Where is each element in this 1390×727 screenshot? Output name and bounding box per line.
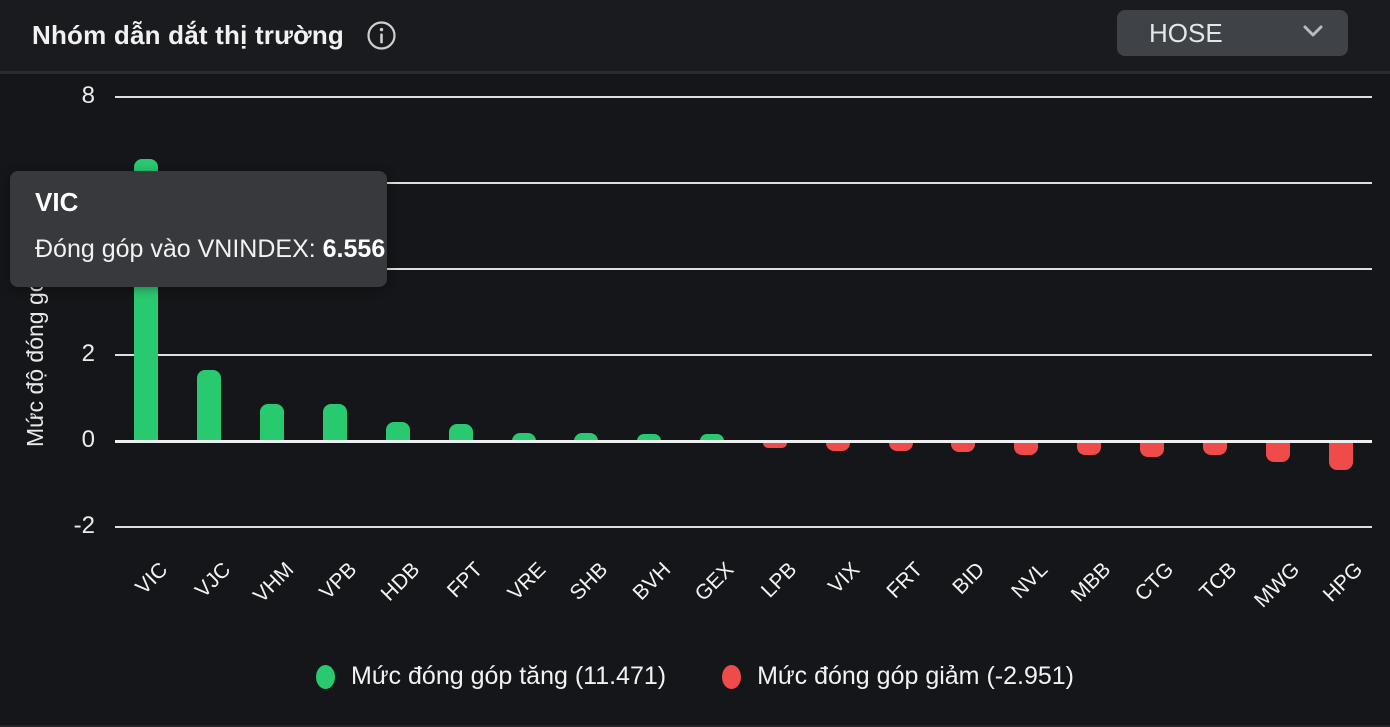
chart-legend: Mức đóng góp tăng (11.471) Mức đóng góp …	[0, 662, 1390, 691]
legend-label-negative: Mức đóng góp giảm (-2.951)	[757, 662, 1074, 691]
bar-HDB[interactable]	[386, 422, 410, 441]
bar-FRT[interactable]	[889, 443, 913, 451]
bar-VHM[interactable]	[260, 404, 284, 441]
bar-LPB[interactable]	[763, 443, 787, 448]
tooltip-value: 6.556	[323, 235, 386, 263]
contribution-chart: Mức độ đóng góp VIC Đóng góp vào VNINDEX…	[0, 74, 1390, 727]
bar-CTG[interactable]	[1140, 443, 1164, 457]
gridline-2	[115, 354, 1372, 356]
gridline-8	[115, 96, 1372, 98]
y-axis-title: Mức độ đóng góp	[22, 267, 49, 447]
negative-legend-dot-icon	[722, 665, 741, 689]
bar-MWG[interactable]	[1266, 443, 1290, 462]
info-icon[interactable]	[366, 20, 397, 51]
positive-legend-dot-icon	[316, 665, 335, 689]
tooltip-label: Đóng góp vào VNINDEX:	[35, 235, 316, 263]
bar-HPG[interactable]	[1329, 443, 1353, 470]
gridline-0	[115, 440, 1372, 443]
bar-VPB[interactable]	[323, 404, 347, 441]
chevron-down-icon	[1300, 22, 1326, 45]
market-leaders-widget: Nhóm dẫn dắt thị trường HOSE Mức độ đóng…	[0, 0, 1390, 727]
y-tick-label-8: 8	[35, 82, 95, 110]
exchange-select-value: HOSE	[1149, 18, 1300, 49]
bar-MBB[interactable]	[1077, 443, 1101, 455]
bar-TCB[interactable]	[1203, 443, 1227, 455]
bar-BID[interactable]	[951, 443, 975, 452]
legend-item-negative[interactable]: Mức đóng góp giảm (-2.951)	[722, 662, 1074, 691]
legend-item-positive[interactable]: Mức đóng góp tăng (11.471)	[316, 662, 666, 691]
tooltip-body: Đóng góp vào VNINDEX: 6.556	[35, 235, 385, 264]
bar-VIX[interactable]	[826, 443, 850, 451]
bar-FPT[interactable]	[449, 424, 473, 441]
page-title: Nhóm dẫn dắt thị trường	[32, 20, 344, 51]
bar-NVL[interactable]	[1014, 443, 1038, 455]
chart-tooltip: VIC Đóng góp vào VNINDEX: 6.556	[10, 171, 387, 287]
exchange-select[interactable]: HOSE	[1117, 10, 1348, 56]
widget-header: Nhóm dẫn dắt thị trường HOSE	[0, 0, 1390, 74]
gridline--2	[115, 526, 1372, 528]
legend-label-positive: Mức đóng góp tăng (11.471)	[351, 662, 666, 691]
tooltip-ticker: VIC	[35, 187, 78, 218]
bar-VJC[interactable]	[197, 370, 221, 441]
y-tick-label--2: -2	[35, 512, 95, 540]
